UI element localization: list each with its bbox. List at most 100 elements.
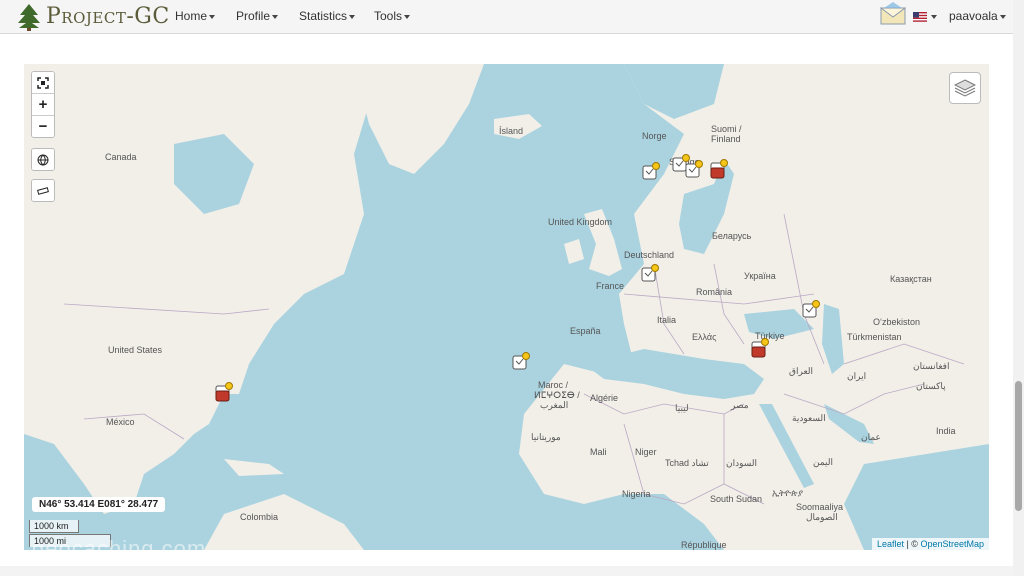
nav-tools-label: Tools (374, 9, 403, 23)
map-label: العراق (789, 366, 814, 376)
map-label: O‘zbekiston (873, 317, 921, 327)
map-label: پاکستان (916, 381, 946, 391)
map-label: Tchad تشاد (665, 458, 709, 468)
map-label: موريتانيا (531, 432, 561, 442)
cache-marker-found[interactable] (215, 382, 233, 402)
map-label: المغرب (540, 400, 569, 410)
language-selector[interactable] (913, 0, 937, 33)
map-label: Nigeria (622, 489, 651, 499)
brand-logo[interactable]: Project-GC (14, 0, 170, 33)
zoom-out-button[interactable]: − (32, 116, 54, 137)
map-label: ليبيا (675, 403, 689, 413)
cache-marker-found[interactable] (751, 338, 769, 358)
ruler-icon (37, 186, 49, 195)
globe-icon (37, 154, 49, 166)
page-scrollbar[interactable] (1013, 0, 1024, 576)
map-label: الصومال (806, 512, 838, 522)
map-label: Suomi / (711, 124, 742, 134)
map-label: Ελλάς (692, 332, 717, 342)
map-label: Maroc / (538, 380, 569, 390)
top-navbar: Project-GC Home Profile Statistics Tools… (0, 0, 1013, 34)
map-label: ኢትዮጵያ (772, 488, 804, 498)
cache-marker[interactable] (641, 264, 659, 284)
measure-button[interactable] (32, 180, 54, 201)
us-flag-icon (913, 11, 927, 22)
map-label: France (596, 281, 625, 291)
map-label: Niger (635, 447, 657, 457)
brand-name: Project-GC (46, 4, 170, 29)
nav-profile-label: Profile (236, 9, 271, 23)
map-label: السودان (726, 458, 758, 468)
locate-button[interactable] (32, 149, 54, 170)
map-label: România (696, 287, 733, 297)
leaflet-link[interactable]: Leaflet (877, 539, 904, 549)
map-label: United States (108, 345, 163, 355)
map-label: Soomaaliya (796, 502, 844, 512)
nav-statistics-label: Statistics (299, 9, 348, 23)
nav-profile[interactable]: Profile (236, 0, 279, 33)
cache-marker[interactable] (512, 352, 530, 372)
caret-down-icon (349, 14, 356, 19)
fullscreen-button[interactable] (32, 72, 54, 94)
caret-down-icon (209, 14, 216, 19)
map-label: مصر (731, 400, 749, 410)
locate-control (31, 148, 55, 171)
nav-statistics[interactable]: Statistics (299, 0, 356, 33)
map-label: México (106, 417, 135, 427)
map-label: Canada (105, 152, 137, 162)
layers-icon (954, 79, 976, 97)
map-label: السعودية (792, 413, 826, 423)
cursor-coordinates: N46° 53.414 E081° 28.477 (32, 497, 166, 512)
cache-marker[interactable] (685, 160, 703, 180)
attribution: Leaflet | © OpenStreetMap (871, 538, 989, 550)
watermark: geocaching.com (32, 536, 207, 550)
map-label: اليمن (813, 457, 834, 467)
zoom-control: + − (31, 71, 55, 138)
caret-down-icon (931, 14, 937, 19)
map-tiles (24, 64, 989, 550)
footer-strip (0, 566, 1013, 576)
pine-tree-icon (18, 3, 40, 31)
caret-down-icon (404, 14, 411, 19)
osm-link[interactable]: OpenStreetMap (920, 539, 984, 549)
attribution-separator: | © (903, 539, 921, 549)
nav-tools[interactable]: Tools (374, 0, 411, 33)
cache-marker-found[interactable] (710, 159, 728, 179)
world-map[interactable]: Ísland Norge Suomi / Finland Sverige Can… (24, 64, 989, 550)
map-label: South Sudan (710, 494, 763, 504)
zoom-in-button[interactable]: + (32, 94, 54, 116)
fullscreen-icon (37, 76, 49, 89)
map-label: United Kingdom (548, 217, 613, 227)
map-label: افغانستان (913, 361, 950, 371)
cache-marker[interactable] (802, 300, 820, 320)
map-label: Казақстан (890, 274, 932, 284)
measure-control (31, 179, 55, 202)
map-label: ایران (847, 371, 867, 381)
map-label: عمان (861, 432, 881, 442)
envelope-icon (879, 2, 907, 25)
map-label: Finland (711, 134, 741, 144)
nav-home-label: Home (175, 9, 208, 23)
nav-home[interactable]: Home (175, 0, 216, 33)
map-label: Colombia (240, 512, 279, 522)
scrollbar-thumb[interactable] (1015, 381, 1022, 511)
username-label: paavoala (949, 9, 998, 23)
map-label: Mali (590, 447, 607, 457)
map-label: Deutschland (624, 250, 675, 260)
map-label: España (570, 326, 601, 336)
scale-bar-km: 1000 km (29, 520, 79, 533)
caret-down-icon (272, 14, 279, 19)
map-label: Norge (642, 131, 667, 141)
map-label: Ísland (499, 126, 524, 136)
map-label: République (681, 540, 727, 550)
cache-marker[interactable] (642, 162, 660, 182)
user-menu[interactable]: paavoala (949, 0, 1006, 33)
messages-button[interactable] (879, 2, 907, 35)
map-label: Türkmenistan (847, 332, 902, 342)
map-label: Україна (744, 271, 776, 281)
map-label: Беларусь (712, 231, 752, 241)
map-label: Algérie (590, 393, 619, 403)
map-label: India (936, 426, 956, 436)
map-label: Italia (657, 315, 677, 325)
layers-button[interactable] (949, 72, 981, 104)
